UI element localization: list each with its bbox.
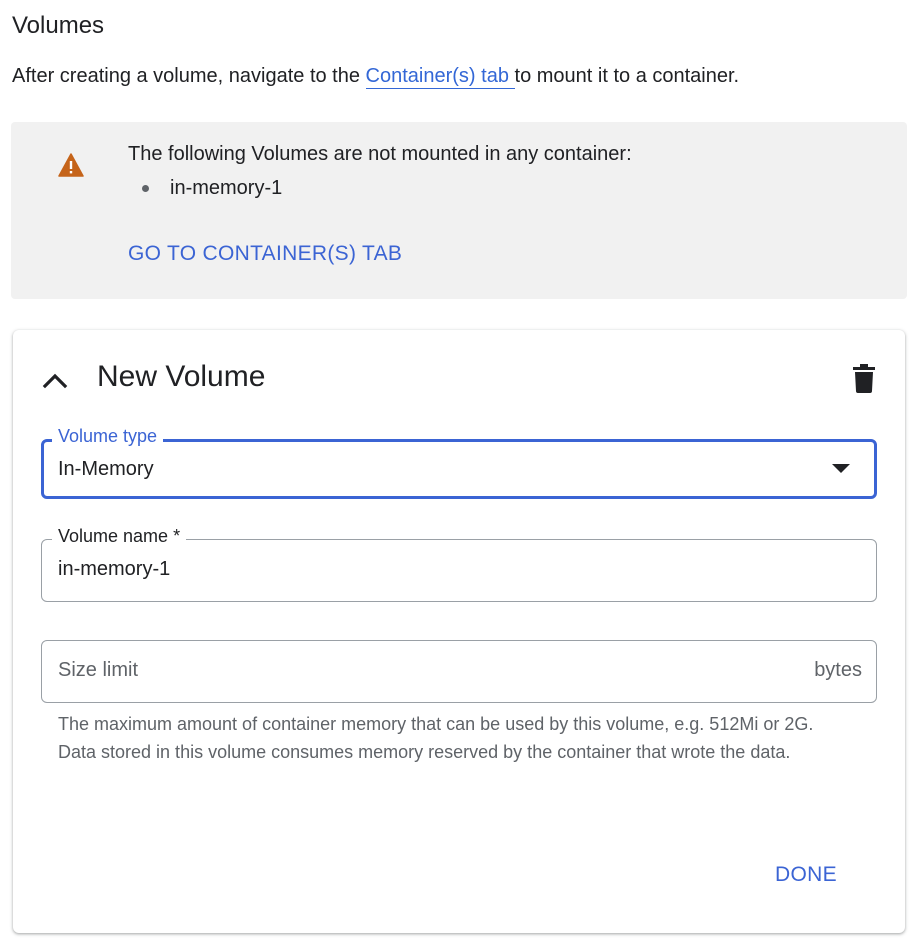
bullet-dot [142,185,149,192]
size-limit-suffix: bytes [814,659,862,681]
size-limit-field: bytes [41,640,877,703]
size-limit-input[interactable] [58,654,778,686]
intro-text-before: After creating a volume, navigate to the [12,65,366,87]
volume-name-label: Volume name * [52,524,187,548]
list-item: in-memory-1 [128,173,282,203]
unmounted-volume-name: in-memory-1 [170,177,283,199]
container-tab-link[interactable]: Container(s) tab [365,65,515,89]
volume-type-label: Volume type [52,424,164,448]
warning-message: The following Volumes are not mounted in… [128,143,632,165]
volume-type-value: In-Memory [58,458,154,480]
volumes-title: Volumes [12,12,105,39]
volume-name-value: in-memory-1 [58,558,171,580]
volume-name-field[interactable]: Volume name * in-memory-1 [41,524,877,602]
intro-text-after: to mount it to a container. [514,65,740,87]
volumes-intro: After creating a volume, navigate to the… [12,60,739,92]
chevron-up-icon[interactable] [37,362,73,398]
unmounted-volumes-list: in-memory-1 [128,173,282,203]
trash-icon[interactable] [849,362,879,394]
volume-type-select[interactable]: Volume type In-Memory [41,424,877,499]
new-volume-card: New Volume Volume type In-Memory Volume … [13,330,905,933]
volumes-page: Volumes After creating a volume, navigat… [0,0,920,952]
size-limit-hint: The maximum amount of container memory t… [58,714,814,762]
warning-icon [58,153,84,177]
dropdown-arrow-icon [832,464,850,473]
done-button[interactable]: DONE [769,860,843,890]
unmounted-volumes-warning: The following Volumes are not mounted in… [11,122,907,299]
go-to-containers-tab-button[interactable]: GO TO CONTAINER(S) TAB [128,239,402,269]
card-title: New Volume [97,360,266,393]
